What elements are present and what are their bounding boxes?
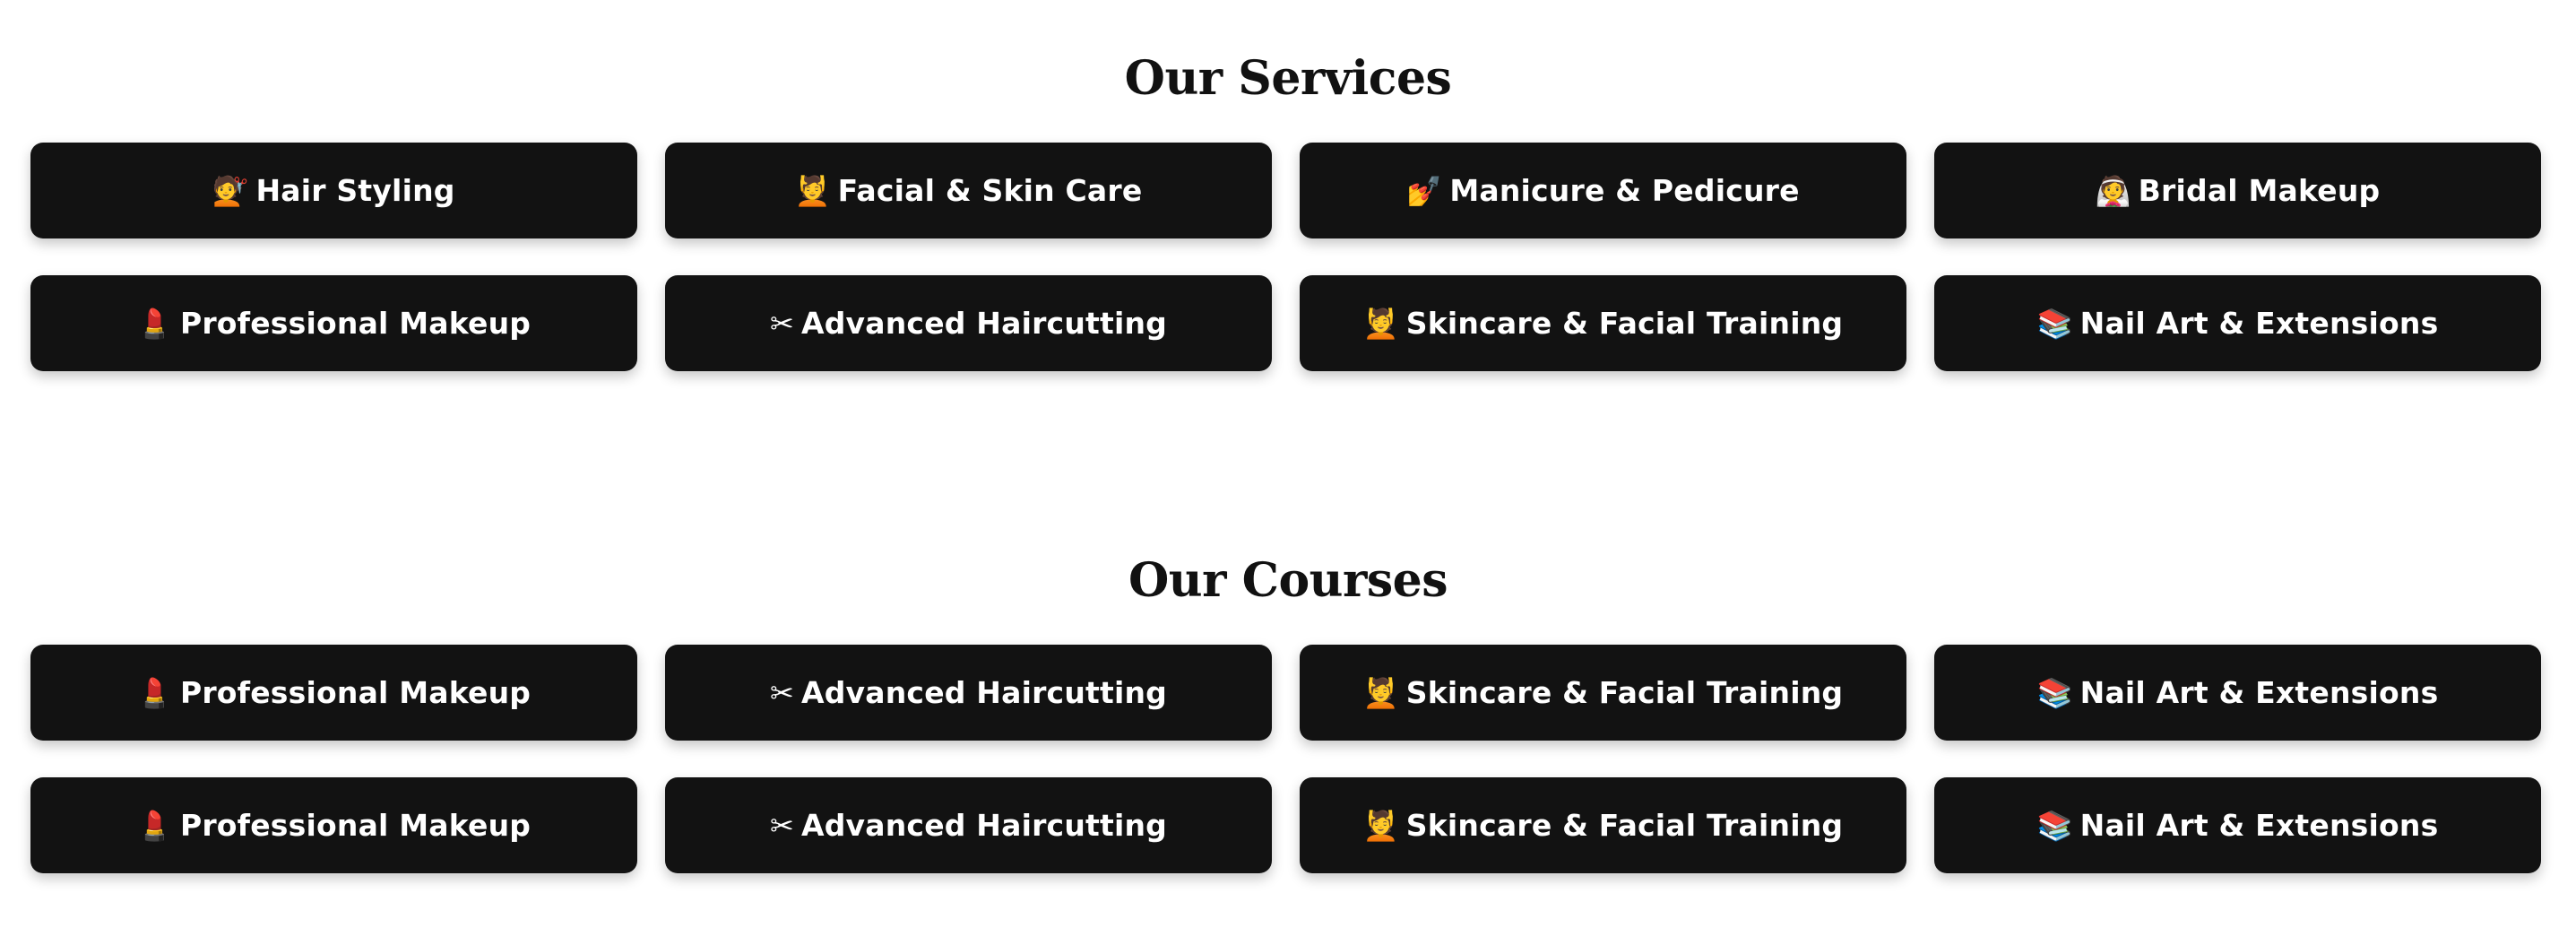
service-label: Advanced Haircutting xyxy=(801,306,1167,341)
course-label: Nail Art & Extensions xyxy=(2079,808,2439,843)
service-card-bridal-makeup[interactable]: 👰 Bridal Makeup xyxy=(1934,143,2541,238)
scissors-icon: ✂ xyxy=(769,306,794,341)
scissors-icon: ✂ xyxy=(769,675,794,710)
service-label: Hair Styling xyxy=(255,173,455,208)
service-label: Manicure & Pedicure xyxy=(1449,173,1800,208)
service-label: Skincare & Facial Training xyxy=(1405,306,1844,341)
course-card-professional-makeup[interactable]: 💄 Professional Makeup xyxy=(30,645,637,741)
books-icon: 📚 xyxy=(2036,675,2073,710)
course-label: Professional Makeup xyxy=(179,808,532,843)
service-label: Nail Art & Extensions xyxy=(2079,306,2439,341)
service-card-professional-makeup[interactable]: 💄 Professional Makeup xyxy=(30,275,637,371)
course-label: Professional Makeup xyxy=(179,675,532,710)
bride-icon: 👰 xyxy=(2095,173,2131,208)
nail-polish-icon: 💅 xyxy=(1406,173,1443,208)
face-massage-icon: 💆 xyxy=(1362,808,1399,843)
services-title: Our Services xyxy=(1124,51,1452,106)
service-card-hair-styling[interactable]: 💇 Hair Styling xyxy=(30,143,637,238)
courses-grid: 💄 Professional Makeup ✂ Advanced Haircut… xyxy=(30,645,2542,873)
course-card-skincare-facial-training[interactable]: 💆 Skincare & Facial Training xyxy=(1300,777,1906,873)
course-card-nail-art-extensions[interactable]: 📚 Nail Art & Extensions xyxy=(1934,777,2541,873)
face-massage-icon: 💆 xyxy=(794,173,831,208)
woman-getting-haircut-icon: 💇 xyxy=(212,173,249,208)
course-label: Skincare & Facial Training xyxy=(1405,808,1844,843)
lipstick-icon: 💄 xyxy=(136,675,173,710)
service-card-nail-art-extensions[interactable]: 📚 Nail Art & Extensions xyxy=(1934,275,2541,371)
course-label: Skincare & Facial Training xyxy=(1405,675,1844,710)
services-section: Our Services 💇 Hair Styling 💆 Facial & S… xyxy=(0,45,2576,371)
course-card-nail-art-extensions[interactable]: 📚 Nail Art & Extensions xyxy=(1934,645,2541,741)
face-massage-icon: 💆 xyxy=(1362,306,1399,341)
lipstick-icon: 💄 xyxy=(136,306,173,341)
courses-section: Our Courses 💄 Professional Makeup ✂ Adva… xyxy=(0,547,2576,873)
lipstick-icon: 💄 xyxy=(136,808,173,843)
service-label: Professional Makeup xyxy=(179,306,532,341)
service-card-facial-skin-care[interactable]: 💆 Facial & Skin Care xyxy=(665,143,1272,238)
course-card-professional-makeup[interactable]: 💄 Professional Makeup xyxy=(30,777,637,873)
course-card-advanced-haircutting[interactable]: ✂ Advanced Haircutting xyxy=(665,645,1272,741)
course-label: Nail Art & Extensions xyxy=(2079,675,2439,710)
books-icon: 📚 xyxy=(2036,808,2073,843)
face-massage-icon: 💆 xyxy=(1362,675,1399,710)
service-card-skincare-facial-training[interactable]: 💆 Skincare & Facial Training xyxy=(1300,275,1906,371)
courses-title: Our Courses xyxy=(1128,553,1448,608)
course-card-skincare-facial-training[interactable]: 💆 Skincare & Facial Training xyxy=(1300,645,1906,741)
service-label: Facial & Skin Care xyxy=(837,173,1143,208)
service-label: Bridal Makeup xyxy=(2138,173,2381,208)
course-label: Advanced Haircutting xyxy=(801,808,1167,843)
service-card-advanced-haircutting[interactable]: ✂ Advanced Haircutting xyxy=(665,275,1272,371)
course-label: Advanced Haircutting xyxy=(801,675,1167,710)
services-grid: 💇 Hair Styling 💆 Facial & Skin Care 💅 Ma… xyxy=(30,143,2542,371)
books-icon: 📚 xyxy=(2036,306,2073,341)
scissors-icon: ✂ xyxy=(769,808,794,843)
service-card-manicure-pedicure[interactable]: 💅 Manicure & Pedicure xyxy=(1300,143,1906,238)
course-card-advanced-haircutting[interactable]: ✂ Advanced Haircutting xyxy=(665,777,1272,873)
